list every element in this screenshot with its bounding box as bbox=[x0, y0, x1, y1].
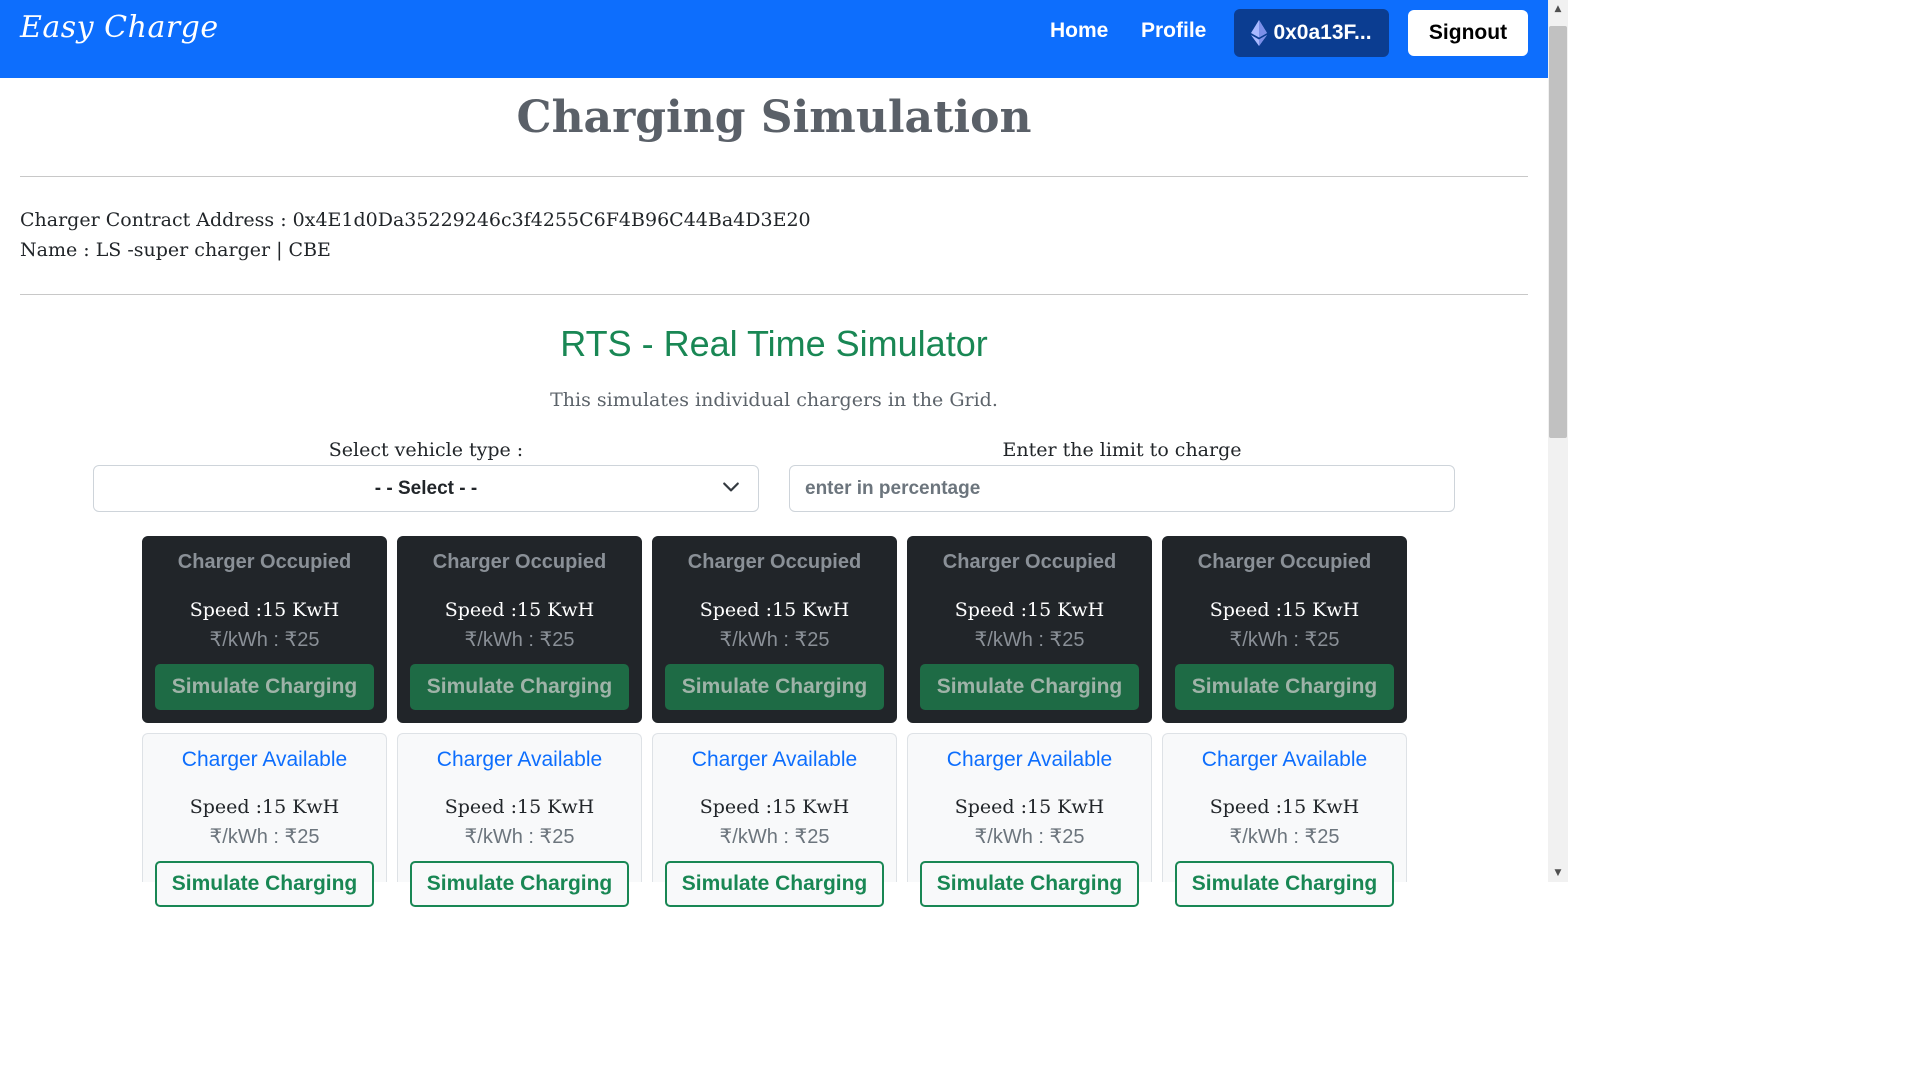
charger-card-occupied: Charger Occupied Speed :15 KwH ₹/kWh : ₹… bbox=[397, 536, 642, 723]
divider bbox=[20, 294, 1528, 295]
simulate-charging-button[interactable]: Simulate Charging bbox=[1175, 861, 1394, 907]
charger-price: ₹/kWh : ₹25 bbox=[209, 826, 320, 848]
charger-speed: Speed :15 KwH bbox=[189, 599, 340, 621]
charger-status: Charger Occupied bbox=[1197, 551, 1372, 573]
contract-address: Charger Contract Address : 0x4E1d0Da3522… bbox=[20, 209, 811, 231]
charger-price: ₹/kWh : ₹25 bbox=[1229, 629, 1340, 651]
charge-limit-label: Enter the limit to charge bbox=[1002, 439, 1242, 461]
charger-status: Charger Available bbox=[946, 748, 1113, 771]
vehicle-type-select[interactable]: - - Select - - bbox=[93, 465, 759, 512]
charger-price: ₹/kWh : ₹25 bbox=[464, 629, 575, 651]
simulate-charging-button[interactable]: Simulate Charging bbox=[155, 664, 374, 710]
charger-card-occupied: Charger Occupied Speed :15 KwH ₹/kWh : ₹… bbox=[142, 536, 387, 723]
page-title: Charging Simulation bbox=[516, 92, 1032, 143]
charger-speed: Speed :15 KwH bbox=[444, 599, 595, 621]
charger-status: Charger Occupied bbox=[177, 551, 352, 573]
simulate-charging-button[interactable]: Simulate Charging bbox=[665, 861, 884, 907]
charger-card-available: Charger Available Speed :15 KwH ₹/kWh : … bbox=[652, 733, 897, 907]
charger-price: ₹/kWh : ₹25 bbox=[209, 629, 320, 651]
charger-card-available: Charger Available Speed :15 KwH ₹/kWh : … bbox=[142, 733, 387, 907]
navbar: Easy Charge Home Profile 0x0a13F... Sign… bbox=[0, 0, 1548, 78]
charger-status: Charger Available bbox=[1201, 748, 1368, 771]
wallet-button[interactable]: 0x0a13F... bbox=[1234, 9, 1389, 57]
scroll-down-arrow-icon[interactable]: ▼ bbox=[1548, 864, 1568, 882]
simulate-charging-button[interactable]: Simulate Charging bbox=[920, 861, 1139, 907]
charger-card-occupied: Charger Occupied Speed :15 KwH ₹/kWh : ₹… bbox=[907, 536, 1152, 723]
simulate-charging-button[interactable]: Simulate Charging bbox=[665, 664, 884, 710]
chevron-down-icon bbox=[723, 482, 739, 492]
charger-status: Charger Available bbox=[181, 748, 348, 771]
charger-speed: Speed :15 KwH bbox=[1209, 599, 1360, 621]
charger-price: ₹/kWh : ₹25 bbox=[974, 826, 1085, 848]
scroll-up-arrow-icon[interactable]: ▲ bbox=[1548, 0, 1568, 18]
simulate-charging-button[interactable]: Simulate Charging bbox=[410, 664, 629, 710]
charger-status: Charger Occupied bbox=[687, 551, 862, 573]
charger-status: Charger Available bbox=[436, 748, 603, 771]
simulate-charging-button[interactable]: Simulate Charging bbox=[155, 861, 374, 907]
charger-speed: Speed :15 KwH bbox=[699, 599, 850, 621]
scrollbar-thumb[interactable] bbox=[1549, 26, 1567, 438]
charger-speed: Speed :15 KwH bbox=[444, 796, 595, 818]
simulate-charging-button[interactable]: Simulate Charging bbox=[920, 664, 1139, 710]
charger-status: Charger Occupied bbox=[942, 551, 1117, 573]
charger-card-occupied: Charger Occupied Speed :15 KwH ₹/kWh : ₹… bbox=[1162, 536, 1407, 723]
rts-subtitle: This simulates individual chargers in th… bbox=[550, 389, 998, 411]
charger-name: Name : LS -super charger | CBE bbox=[20, 239, 331, 261]
vehicle-type-label: Select vehicle type : bbox=[328, 439, 524, 461]
simulate-charging-button[interactable]: Simulate Charging bbox=[1175, 664, 1394, 710]
rts-title: RTS - Real Time Simulator bbox=[560, 323, 988, 364]
charger-price: ₹/kWh : ₹25 bbox=[974, 629, 1085, 651]
ethereum-icon bbox=[1251, 20, 1268, 46]
charger-speed: Speed :15 KwH bbox=[1209, 796, 1360, 818]
charger-price: ₹/kWh : ₹25 bbox=[464, 826, 575, 848]
charger-card-available: Charger Available Speed :15 KwH ₹/kWh : … bbox=[397, 733, 642, 907]
charger-price: ₹/kWh : ₹25 bbox=[719, 629, 830, 651]
vehicle-type-selected: - - Select - - bbox=[374, 477, 478, 499]
charger-price: ₹/kWh : ₹25 bbox=[719, 826, 830, 848]
charger-speed: Speed :15 KwH bbox=[189, 796, 340, 818]
nav-profile-link[interactable]: Profile bbox=[1141, 19, 1206, 43]
charger-status: Charger Occupied bbox=[432, 551, 607, 573]
signout-button[interactable]: Signout bbox=[1408, 10, 1528, 56]
charger-price: ₹/kWh : ₹25 bbox=[1229, 826, 1340, 848]
brand-logo[interactable]: Easy Charge bbox=[20, 10, 219, 45]
charger-status: Charger Available bbox=[691, 748, 858, 771]
charger-speed: Speed :15 KwH bbox=[954, 599, 1105, 621]
charger-card-available: Charger Available Speed :15 KwH ₹/kWh : … bbox=[1162, 733, 1407, 907]
simulate-charging-button[interactable]: Simulate Charging bbox=[410, 861, 629, 907]
wallet-address: 0x0a13F... bbox=[1273, 21, 1372, 44]
charger-speed: Speed :15 KwH bbox=[699, 796, 850, 818]
nav-home-link[interactable]: Home bbox=[1050, 19, 1108, 43]
charge-limit-input[interactable] bbox=[789, 465, 1455, 512]
charger-speed: Speed :15 KwH bbox=[954, 796, 1105, 818]
charger-card-occupied: Charger Occupied Speed :15 KwH ₹/kWh : ₹… bbox=[652, 536, 897, 723]
charger-card-available: Charger Available Speed :15 KwH ₹/kWh : … bbox=[907, 733, 1152, 907]
divider bbox=[20, 176, 1528, 177]
